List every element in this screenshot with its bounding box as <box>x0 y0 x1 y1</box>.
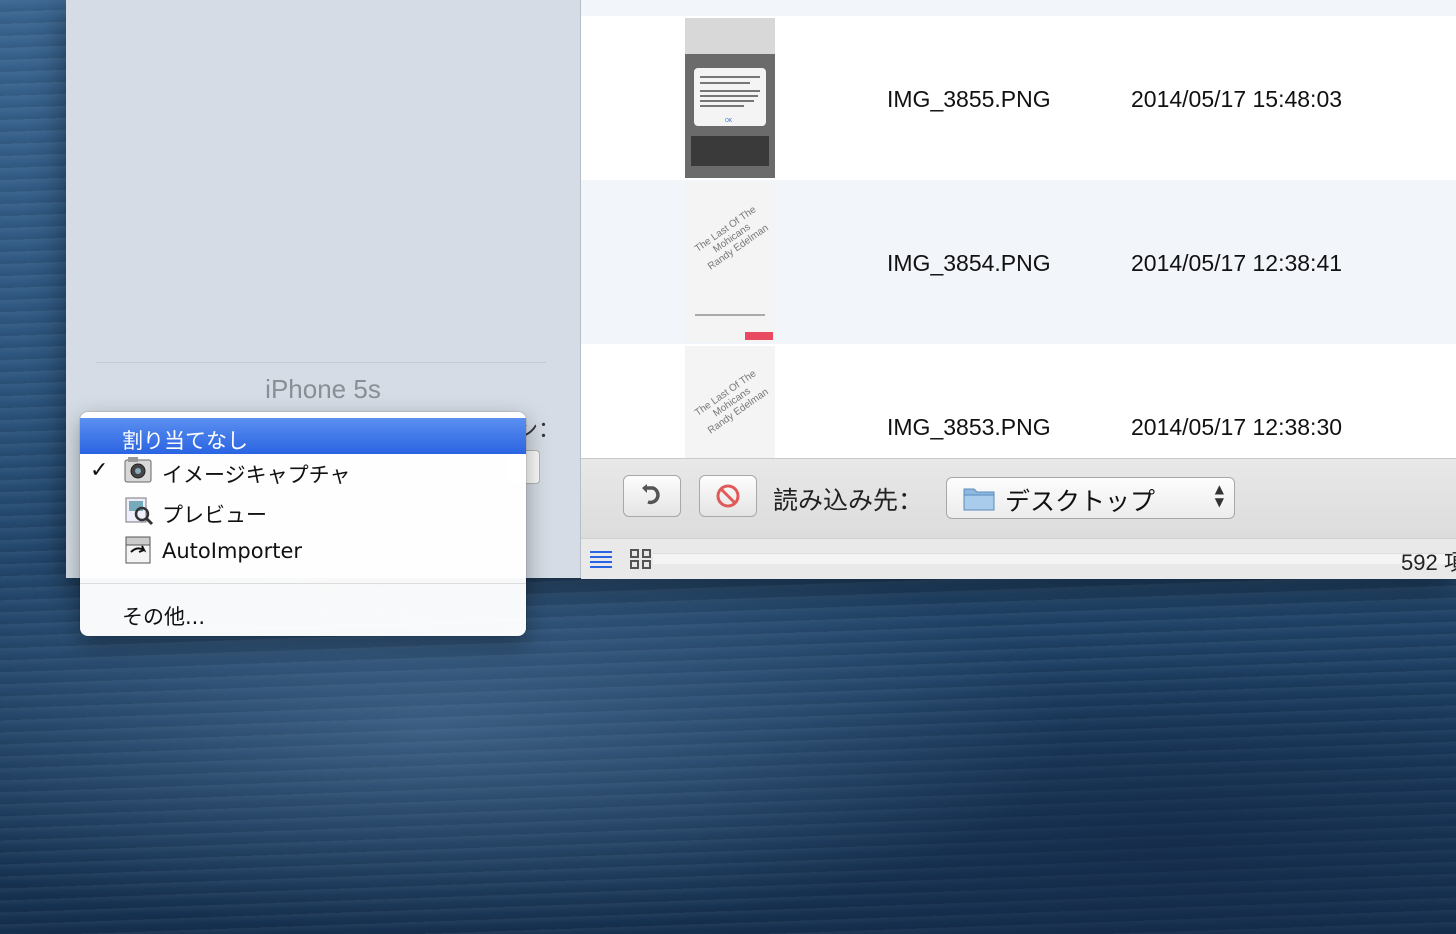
rotate-left-icon <box>642 484 660 505</box>
grid-view-icon[interactable] <box>629 548 653 570</box>
delete-button[interactable] <box>699 475 757 517</box>
thumbnail: OK <box>685 18 775 178</box>
thumbnail: The Last Of The Mohicans Randy Edelman <box>685 182 775 342</box>
item-count: 592 項 <box>1401 550 1456 575</box>
table-row[interactable]: The Last Of The Mohicans Randy Edelman I… <box>581 344 1456 458</box>
status-bar: 592 項 <box>581 538 1456 579</box>
menu-item-other[interactable]: その他... <box>80 594 526 630</box>
file-name: IMG_3854.PNG <box>887 250 1051 276</box>
preview-icon <box>125 497 154 526</box>
table-row-partial[interactable] <box>581 0 1456 16</box>
image-capture-icon <box>124 457 152 483</box>
menu-separator <box>80 583 526 584</box>
application-popup-menu: 割り当てなし ✓ イメージキャプチャ プレビュー AutoImporter その… <box>80 412 526 636</box>
sidebar-divider <box>96 362 546 363</box>
folder-icon <box>963 488 995 511</box>
menu-item-preview[interactable]: プレビュー <box>80 492 526 528</box>
menu-item-image-capture[interactable]: ✓ イメージキャプチャ <box>80 452 526 488</box>
autoimporter-icon <box>125 536 151 564</box>
checkmark-icon: ✓ <box>90 458 109 483</box>
menu-item-label: AutoImporter <box>162 539 303 563</box>
menu-item-autoimporter[interactable]: AutoImporter <box>80 532 526 568</box>
rotate-button[interactable] <box>623 475 681 517</box>
table-row[interactable]: OK IMG_3855.PNG 2014/05/17 15:48:03 <box>581 16 1456 180</box>
destination-value: デスクトップ <box>1005 487 1156 516</box>
menu-item-label: イメージキャプチャ <box>162 463 351 487</box>
menu-item-label: プレビュー <box>162 503 267 527</box>
file-date: 2014/05/17 12:38:30 <box>1131 414 1343 440</box>
import-to-label: 読み込み先： <box>773 486 924 515</box>
device-name: iPhone 5s <box>265 374 381 404</box>
dialog-ok-text: OK <box>725 118 733 124</box>
import-toolbar: 読み込み先： デスクトップ ▲ ▼ <box>581 458 1456 539</box>
thumbnail: The Last Of The Mohicans Randy Edelman <box>685 346 775 458</box>
destination-select[interactable]: デスクトップ ▲ ▼ <box>946 477 1235 519</box>
menu-item-no-application[interactable]: 割り当てなし <box>80 418 526 454</box>
list-view-icon[interactable] <box>589 548 613 570</box>
file-name: IMG_3853.PNG <box>887 414 1051 440</box>
zoom-slider-track[interactable] <box>653 553 1453 564</box>
file-list[interactable]: OK IMG_3855.PNG 2014/05/17 15:48:03 The … <box>581 0 1456 458</box>
file-date: 2014/05/17 15:48:03 <box>1131 86 1343 112</box>
file-name: IMG_3855.PNG <box>887 86 1051 112</box>
file-date: 2014/05/17 12:38:41 <box>1131 250 1343 276</box>
menu-item-label: 割り当てなし <box>122 429 248 453</box>
prohibit-icon <box>716 484 740 508</box>
select-arrows-icon: ▲ ▼ <box>1214 482 1224 509</box>
menu-item-label: その他... <box>122 605 206 629</box>
table-row[interactable]: The Last Of The Mohicans Randy Edelman I… <box>581 180 1456 344</box>
